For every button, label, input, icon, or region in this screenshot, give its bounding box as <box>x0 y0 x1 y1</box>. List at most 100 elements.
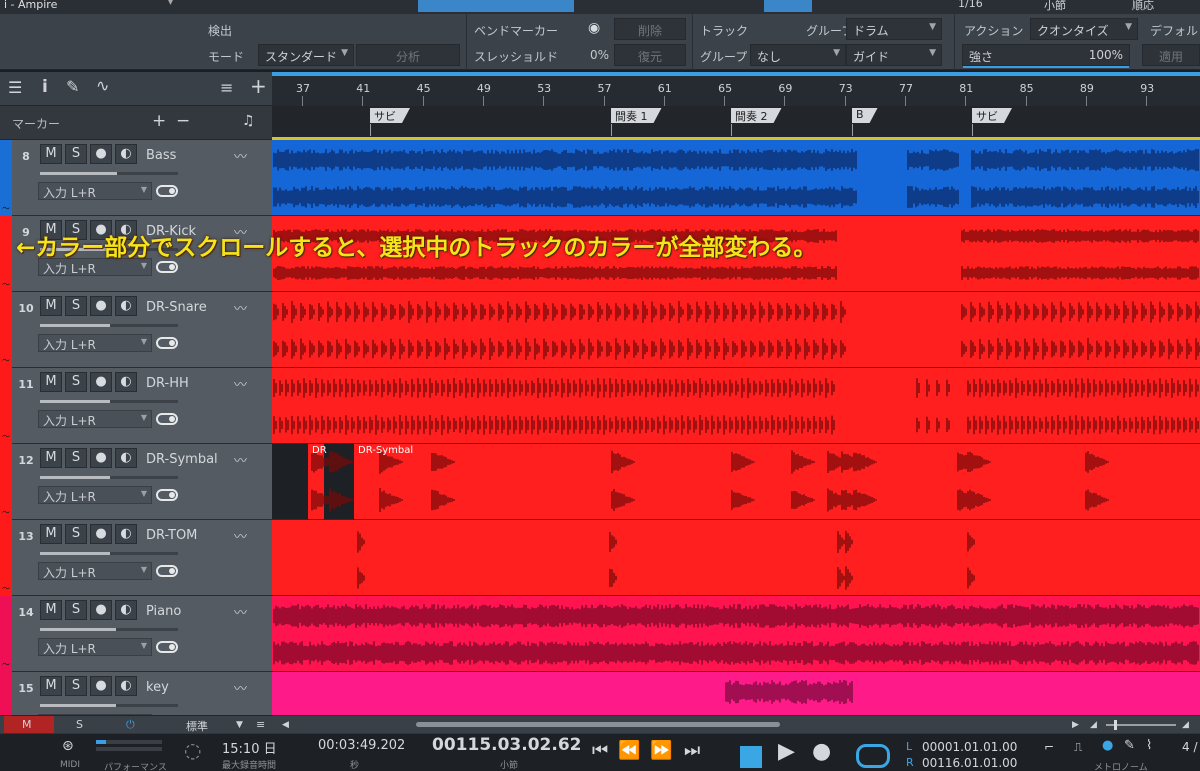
stop-button[interactable] <box>740 746 762 768</box>
volume-fader[interactable] <box>40 552 178 555</box>
track-lane[interactable] <box>272 520 1200 596</box>
timebase-value[interactable]: 小節 <box>1044 0 1066 13</box>
autopunch-icon[interactable]: ⎍ <box>1074 740 1082 755</box>
tempo-icon[interactable]: ⌇ <box>1146 738 1152 753</box>
snap-mode-value[interactable]: 順応 <box>1132 0 1154 13</box>
loop-right-display[interactable]: 00116.01.01.00 <box>922 756 1017 770</box>
track-name[interactable]: DR-Symbal <box>146 452 218 467</box>
mute-button[interactable]: M <box>40 524 62 544</box>
input-toggle[interactable] <box>156 565 178 577</box>
mute-button[interactable]: M <box>40 600 62 620</box>
analyze-button[interactable]: 分析 <box>356 44 460 66</box>
track-lane[interactable] <box>272 672 1200 715</box>
track-name[interactable]: DR-HH <box>146 376 189 391</box>
volume-fader[interactable] <box>40 172 178 175</box>
monitor-button[interactable]: ◐ <box>115 676 137 696</box>
apply-button[interactable]: 適用 <box>1142 44 1200 66</box>
input-select[interactable]: 入力 L+R▼ <box>38 334 152 352</box>
instrument-title[interactable]: i - Ampire <box>4 0 57 11</box>
fast-forward-icon[interactable]: ⏩ <box>650 740 672 761</box>
track-header[interactable]: 〜 12 M S ● ◐ DR-Symbal 〰 入力 L+R ▼ <box>0 444 272 520</box>
add-marker-button[interactable]: + <box>152 111 166 131</box>
track-lane[interactable] <box>272 140 1200 216</box>
input-toggle[interactable] <box>156 185 178 197</box>
clip-name[interactable]: DR-Symbal <box>358 445 413 456</box>
solo-button[interactable]: S <box>65 448 87 468</box>
midi-icon[interactable]: ⊛ <box>62 738 74 754</box>
eye-icon[interactable]: ◉ <box>588 20 600 36</box>
dropdown-arrow-icon[interactable]: ▾ <box>168 0 173 8</box>
input-toggle[interactable] <box>156 641 178 653</box>
track-color-strip[interactable]: 〜 <box>0 140 12 216</box>
input-toggle[interactable] <box>156 413 178 425</box>
music-note-icon[interactable]: ♫ <box>242 113 255 129</box>
record-arm-button[interactable]: ● <box>90 144 112 164</box>
zoom-in-icon[interactable]: ◢ <box>1182 720 1189 730</box>
preset-select[interactable]: 標準 <box>186 718 208 734</box>
scroll-left-icon[interactable]: ◀ <box>282 720 289 730</box>
mute-all-toggle[interactable]: M <box>4 716 54 733</box>
mode-select[interactable]: スタンダード ▼ <box>258 44 354 66</box>
mute-button[interactable]: M <box>40 676 62 696</box>
remove-marker-button[interactable]: − <box>176 111 190 131</box>
track-lane[interactable] <box>272 292 1200 368</box>
grid-value[interactable]: 1/16 <box>958 0 983 10</box>
metronome-toggle-icon[interactable]: ● <box>1102 738 1113 753</box>
track-header[interactable]: 〜 8 M S ● ◐ Bass 〰 入力 L+R ▼ <box>0 140 272 216</box>
rewind-icon[interactable]: ⏪ <box>618 740 640 761</box>
volume-fader[interactable] <box>40 324 178 327</box>
mute-button[interactable]: M <box>40 448 62 468</box>
record-panel-icon[interactable]: ◌ <box>184 738 201 762</box>
monitor-button[interactable]: ◐ <box>115 296 137 316</box>
zoom-out-icon[interactable]: ◢ <box>1090 720 1097 730</box>
chevron-down-icon[interactable]: ▼ <box>236 720 243 730</box>
threshold-value[interactable]: 0% <box>590 48 609 62</box>
track-list-icon[interactable]: ☰ <box>8 78 22 97</box>
automation-icon[interactable]: ∿ <box>96 76 109 95</box>
track-color-strip[interactable]: 〜 <box>0 292 12 368</box>
return-to-zero-icon[interactable]: ⏮ <box>592 740 608 761</box>
power-icon[interactable]: ⏻ <box>126 718 135 732</box>
metronome-settings-icon[interactable]: ✎ <box>1124 738 1135 753</box>
input-select[interactable]: 入力 L+R▼ <box>38 410 152 428</box>
record-arm-button[interactable]: ● <box>90 676 112 696</box>
track-lane[interactable] <box>272 368 1200 444</box>
track-name[interactable]: Bass <box>146 148 176 163</box>
record-arm-button[interactable]: ● <box>90 448 112 468</box>
record-arm-button[interactable]: ● <box>90 372 112 392</box>
clip-name[interactable]: DR <box>312 445 327 456</box>
monitor-button[interactable]: ◐ <box>115 144 137 164</box>
strength-slider[interactable]: 強さ 100% <box>962 44 1130 68</box>
add-track-icon[interactable]: + <box>250 74 267 98</box>
input-select[interactable]: 入力 L+R▼ <box>38 562 152 580</box>
solo-button[interactable]: S <box>65 144 87 164</box>
scroll-right-icon[interactable]: ▶ <box>1072 720 1079 730</box>
marker-flag[interactable]: サビ <box>972 108 1012 123</box>
snap-tool[interactable] <box>764 0 812 12</box>
input-toggle[interactable] <box>156 489 178 501</box>
solo-button[interactable]: S <box>65 524 87 544</box>
seconds-display[interactable]: 00:03:49.202 <box>318 738 405 753</box>
solo-all-toggle[interactable]: S <box>76 718 83 731</box>
track-color-strip[interactable]: 〜 <box>0 444 12 520</box>
record-arm-button[interactable]: ● <box>90 600 112 620</box>
bars-display[interactable]: 00115.03.02.62 <box>432 735 582 755</box>
marker-flag[interactable]: 間奏 2 <box>731 108 782 123</box>
mute-button[interactable]: M <box>40 372 62 392</box>
input-toggle[interactable] <box>156 261 178 273</box>
play-button[interactable]: ▶ <box>778 739 795 764</box>
marker-flag[interactable]: 間奏 1 <box>611 108 662 123</box>
input-select[interactable]: 入力 L+R▼ <box>38 486 152 504</box>
record-arm-button[interactable]: ● <box>90 524 112 544</box>
track-color-strip[interactable]: 〜 <box>0 520 12 596</box>
input-select[interactable]: 入力 L+R▼ <box>38 182 152 200</box>
monitor-button[interactable]: ◐ <box>115 448 137 468</box>
record-button[interactable]: ● <box>812 739 831 764</box>
mute-button[interactable]: M <box>40 144 62 164</box>
track-color-strip[interactable]: 〜 <box>0 596 12 672</box>
track-color-strip[interactable]: 〜 <box>0 216 12 292</box>
volume-fader[interactable] <box>40 704 178 707</box>
track-header[interactable]: 〜 13 M S ● ◐ DR-TOM 〰 入力 L+R ▼ <box>0 520 272 596</box>
solo-button[interactable]: S <box>65 296 87 316</box>
track-header[interactable]: 〜 11 M S ● ◐ DR-HH 〰 入力 L+R ▼ <box>0 368 272 444</box>
